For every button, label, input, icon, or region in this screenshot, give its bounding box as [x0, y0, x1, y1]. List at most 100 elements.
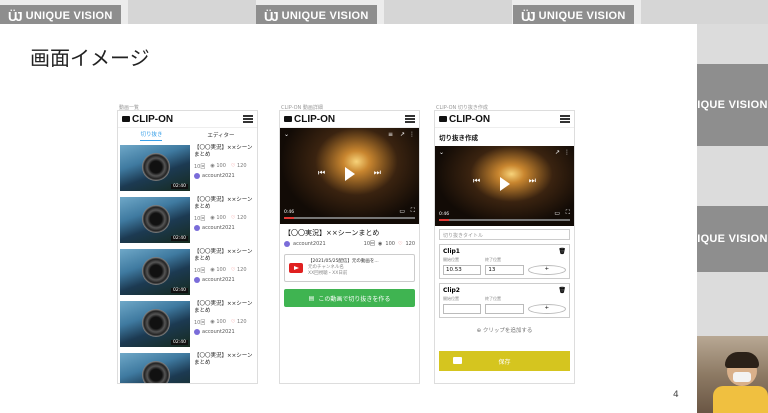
end-input[interactable] [485, 304, 524, 314]
previous-icon[interactable]: ⏮ [473, 176, 480, 186]
view-count: 10回 [194, 216, 206, 222]
eye-icon: ◉ [210, 215, 215, 221]
screen-clip-create: CLIP-ON 切り抜き作成 ⌄ ↗ ⋮ ⏮ ⏭ 0:46 ▭ ⛶ 切り抜きタイ… [434, 110, 575, 384]
video-thumbnail[interactable] [120, 353, 190, 383]
tab-editor[interactable]: エディター [207, 131, 234, 139]
menu-icon[interactable] [405, 115, 415, 123]
page-number: 4 [673, 390, 679, 400]
save-button[interactable]: 保存 [439, 351, 570, 371]
player-time: 0:46 [439, 212, 450, 217]
trash-icon[interactable]: 🗑 [558, 248, 566, 255]
start-input[interactable] [443, 304, 482, 314]
list-item[interactable]: 02:40 【〇〇実況】××シーンまとめ 10回 ◉ 100 ♡ 120 acc… [118, 246, 257, 298]
camera-icon [439, 116, 447, 122]
app-logo[interactable]: CLIP-ON [439, 114, 490, 125]
eye-icon: ◉ [378, 240, 383, 247]
clip-add-icon: ▤ [308, 294, 315, 302]
video-thumbnail[interactable]: 02:40 [120, 301, 190, 347]
slide-title: 画面イメージ [30, 46, 150, 70]
avatar[interactable] [194, 329, 200, 335]
video-title[interactable]: 【〇〇実況】××シーンまとめ [194, 145, 255, 159]
list-item[interactable]: 02:40 【〇〇実況】××シーンまとめ 10回 ◉ 100 ♡ 120 acc… [118, 194, 257, 246]
avatar[interactable] [194, 225, 200, 231]
eye-icon: ◉ [210, 267, 215, 273]
avatar[interactable] [194, 173, 200, 179]
account-name[interactable]: account2021 [202, 225, 235, 231]
menu-icon[interactable] [560, 115, 570, 123]
stage: ÜJ UNIQUE VISION ÜJ UNIQUE VISION ÜJ UNIQUE… [0, 0, 768, 413]
play-icon[interactable] [344, 167, 355, 182]
start-input[interactable]: 10.53 [443, 265, 482, 275]
app-logo[interactable]: CLIP-ON [122, 114, 173, 125]
webcam-overlay [697, 336, 768, 413]
list-item[interactable]: 02:40 【〇〇実況】××シーンまとめ 10回 ◉ 100 ♡ 120 acc… [118, 142, 257, 194]
fullscreen-icon[interactable]: ⛶ [411, 207, 415, 215]
video-title: 【〇〇実況】××シーンまとめ [284, 229, 380, 237]
video-list: 02:40 【〇〇実況】××シーンまとめ 10回 ◉ 100 ♡ 120 acc… [118, 142, 257, 383]
view-count: 10回 [194, 268, 206, 274]
app-header: CLIP-ON [118, 111, 257, 128]
video-player[interactable]: ⌄ ≡ ↗ ⋮ ⏮ ⏭ 0:46 ▭ ⛶ [280, 128, 419, 224]
progress-bar[interactable] [284, 217, 415, 219]
app-logo[interactable]: CLIP-ON [284, 114, 335, 125]
add-clip-button[interactable]: ⊕ クリップを追加する [435, 326, 574, 334]
avatar[interactable] [284, 240, 290, 247]
trash-icon[interactable]: 🗑 [558, 287, 566, 294]
tab-clips[interactable]: 切り抜き [140, 130, 163, 141]
source-video-card[interactable]: 【2021/05/25配信】元の動画を... 元のチャンネル名 XX回視聴・XX… [284, 254, 415, 282]
fullscreen-icon[interactable]: ⛶ [566, 209, 570, 217]
duration-badge: 02:40 [171, 340, 188, 345]
play-icon[interactable] [499, 177, 510, 192]
app-header: CLIP-ON [435, 111, 574, 128]
cast-icon[interactable]: ▭ [554, 210, 560, 217]
list-item[interactable]: 【〇〇実況】××シーンまとめ [118, 350, 257, 383]
account-name[interactable]: account2021 [202, 329, 235, 335]
video-player[interactable]: ⌄ ↗ ⋮ ⏮ ⏭ 0:46 ▭ ⛶ [435, 146, 574, 226]
list-item[interactable]: 02:40 【〇〇実況】××シーンまとめ 10回 ◉ 100 ♡ 120 acc… [118, 298, 257, 350]
duration-badge: 02:40 [171, 236, 188, 241]
video-title[interactable]: 【〇〇実況】××シーンまとめ [194, 249, 255, 263]
plus-icon[interactable]: + [527, 265, 566, 275]
more-icon[interactable]: ⋮ [409, 131, 415, 138]
screen-video-detail: CLIP-ON ⌄ ≡ ↗ ⋮ ⏮ ⏭ 0:46 ▭ ⛶ 【〇〇実況】××シーン… [279, 110, 420, 384]
previous-icon[interactable]: ⏮ [318, 168, 325, 178]
progress-bar[interactable] [439, 219, 570, 221]
account-name[interactable]: account2021 [293, 241, 326, 247]
create-clip-button[interactable]: ▤ この動画で切り抜きを作る [284, 289, 415, 307]
video-thumbnail[interactable]: 02:40 [120, 197, 190, 243]
eye-icon: ◉ [210, 163, 215, 169]
end-label: 終了位置 [485, 257, 501, 262]
avatar[interactable] [194, 277, 200, 283]
account-name[interactable]: account2021 [202, 277, 235, 283]
account-name[interactable]: account2021 [202, 173, 235, 179]
watermark-text: IQUE VISION [697, 64, 768, 146]
video-title[interactable]: 【〇〇実況】××シーンまとめ [194, 301, 255, 315]
video-thumbnail[interactable]: 02:40 [120, 249, 190, 295]
more-icon[interactable]: ⋮ [564, 149, 570, 156]
clip-card: Clip2 🗑 開始位置 終了位置 + [439, 283, 570, 318]
start-label: 開始位置 [443, 257, 459, 262]
queue-icon[interactable]: ≡ [388, 131, 393, 138]
next-icon[interactable]: ⏭ [529, 176, 536, 186]
section-title: 切り抜き作成 [439, 134, 478, 142]
camera-icon [284, 116, 292, 122]
share-icon[interactable]: ↗ [400, 131, 405, 138]
video-thumbnail[interactable]: 02:40 [120, 145, 190, 191]
next-icon[interactable]: ⏭ [374, 168, 381, 178]
clip-name: Clip1 [443, 248, 460, 255]
share-icon[interactable]: ↗ [555, 149, 560, 156]
end-input[interactable]: 13 [485, 265, 524, 275]
folder-icon [453, 357, 462, 364]
clip-title-input[interactable]: 切り抜きタイトル [439, 229, 570, 240]
chevron-down-icon[interactable]: ⌄ [439, 149, 444, 156]
heart-icon: ♡ [230, 267, 236, 273]
chevron-down-icon[interactable]: ⌄ [284, 131, 289, 138]
video-title[interactable]: 【〇〇実況】××シーンまとめ [194, 353, 255, 367]
menu-icon[interactable] [243, 115, 253, 123]
cast-icon[interactable]: ▭ [399, 208, 405, 215]
screen-video-list: CLIP-ON 切り抜き エディター 02:40 【〇〇実況】××シーンまとめ … [117, 110, 258, 384]
video-title[interactable]: 【〇〇実況】××シーンまとめ [194, 197, 255, 211]
plus-icon[interactable]: + [527, 304, 566, 314]
heart-icon: ♡ [397, 240, 403, 247]
start-label: 開始位置 [443, 296, 459, 301]
